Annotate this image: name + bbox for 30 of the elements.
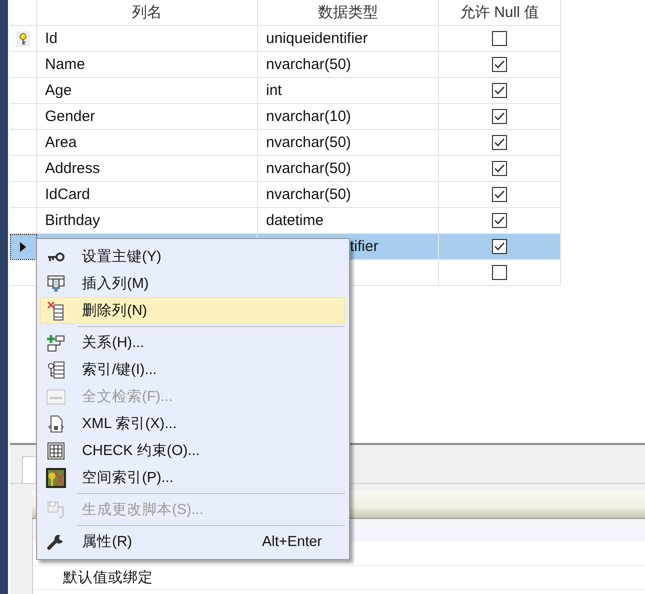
table-cell: nvarchar(50)	[266, 56, 352, 73]
table-cell: uniqueidentifier	[266, 30, 368, 47]
table-cell: datetime	[266, 212, 324, 229]
column-header: 数据类型	[258, 0, 439, 26]
property-label: 默认值或绑定	[63, 568, 153, 587]
table-cell: int	[266, 82, 282, 99]
menu-item[interactable]: 设置主键(Y)	[40, 243, 345, 270]
table-cell: Birthday	[37, 208, 258, 234]
table-cell: Id	[37, 26, 258, 52]
table-cell: nvarchar(50)	[266, 186, 352, 203]
table-cell: Name	[37, 52, 258, 78]
menu-item[interactable]: 关系(H)...	[40, 329, 345, 356]
table-cell: Age	[37, 78, 258, 104]
column-header: 允许 Null 值	[439, 0, 561, 26]
table-cell: Area	[37, 130, 258, 156]
menu-item[interactable]: 插入列(M)	[40, 270, 345, 297]
table-cell: Address	[37, 156, 258, 182]
menu-item[interactable]: 删除列(N)	[40, 297, 345, 324]
table-cell: IdCard	[37, 182, 258, 208]
table-cell: nvarchar(10)	[266, 108, 352, 125]
menu-item[interactable]: 索引/键(I)...	[40, 356, 345, 383]
table-cell: Gender	[37, 104, 258, 130]
menu-item[interactable]: CHECK 约束(O)...	[40, 437, 345, 464]
column-header: 列名	[37, 0, 258, 26]
menu-item[interactable]: 属性(R) Alt+Enter	[40, 528, 345, 555]
menu-item[interactable]: XML 索引(X)...	[40, 410, 345, 437]
table-cell: nvarchar(50)	[266, 160, 352, 177]
table-cell: tifier	[350, 238, 378, 255]
menu-item[interactable]: 空间索引(P)...	[40, 464, 345, 491]
table-cell: nvarchar(50)	[266, 134, 352, 151]
